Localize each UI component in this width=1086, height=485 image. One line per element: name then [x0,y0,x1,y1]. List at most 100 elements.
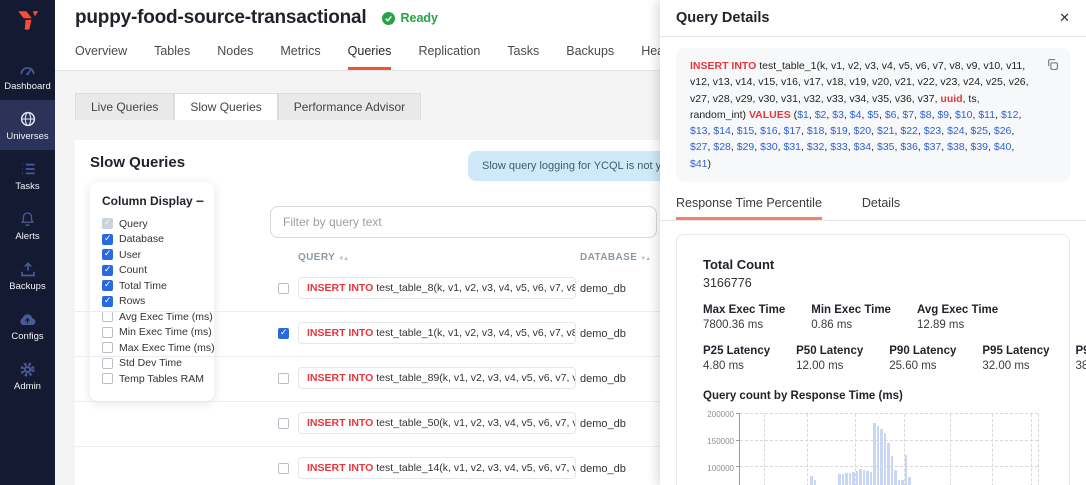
query-details-panel: Query Details ✕ INSERT INTO test_table_1… [660,0,1086,485]
yugabyte-logo-icon[interactable] [0,0,55,34]
histogram-bar [877,426,880,485]
sql-param: $18 [807,125,825,137]
y-tick [736,440,740,441]
plot-area [739,414,1039,485]
sql-param: $20 [854,125,872,137]
column-toggle-user[interactable]: User [102,247,204,263]
column-header-database[interactable]: DATABASE▼▲ [580,252,650,263]
tab-tasks[interactable]: Tasks [507,36,539,70]
stat-p95-latency: P95 Latency32.00 ms [982,345,1049,372]
column-toggle-label: Query [119,218,148,230]
sidebar-item-universes[interactable]: Universes [0,100,55,150]
table-row: INSERT INTO test_table_8(k, v1, v2, v3, … [75,267,680,312]
sql-param: $8 [920,109,932,121]
tab-nodes[interactable]: Nodes [217,36,253,70]
sql-param: $14 [713,125,731,137]
sql-keyword: INSERT INTO [307,462,373,474]
query-text-pill[interactable]: INSERT INTO test_table_50(k, v1, v2, v3,… [298,412,576,434]
tab-overview[interactable]: Overview [75,36,127,70]
close-icon[interactable]: ✕ [1059,10,1070,26]
tab-replication[interactable]: Replication [418,36,480,70]
stat-p99-latency: P99 Latency38.40 ms [1076,345,1086,372]
subtab-slow-queries[interactable]: Slow Queries [174,93,277,120]
sidebar-item-configs[interactable]: Configs [0,300,55,350]
sidebar-item-label: Tasks [15,181,39,192]
query-text-pill[interactable]: INSERT INTO test_table_14(k, v1, v2, v3,… [298,457,576,479]
sql-param: $34 [854,141,872,153]
column-toggle-database[interactable]: Database [102,232,204,248]
stat-value: 12.89 ms [917,319,998,331]
sidebar-item-backups[interactable]: Backups [0,250,55,300]
sidebar-item-admin[interactable]: Admin [0,350,55,400]
sql-param: $16 [760,125,778,137]
column-toggle-label: User [119,249,141,261]
stat-p50-latency: P50 Latency12.00 ms [796,345,863,372]
sort-icon[interactable]: ▼▲ [640,256,650,262]
histogram-bar [842,474,845,485]
y-tick-label: 150000 [703,437,734,446]
details-tab-response-time-percentile[interactable]: Response Time Percentile [676,192,822,220]
histogram-bar [880,429,883,485]
sql-keyword: INSERT INTO [307,372,373,384]
checkbox[interactable] [102,234,113,245]
histogram-bar [901,480,904,485]
y-tick-label: 100000 [703,464,734,473]
tasks-icon [19,159,37,179]
details-tab-details[interactable]: Details [862,192,900,220]
sql-param: $2 [815,109,827,121]
histogram-bar [852,472,855,485]
tab-tables[interactable]: Tables [154,36,190,70]
sql-param: $7 [902,109,914,121]
tab-metrics[interactable]: Metrics [280,36,320,70]
stat-value: 7800.36 ms [703,319,785,331]
column-toggle-query[interactable]: Query [102,216,204,232]
tab-backups[interactable]: Backups [566,36,614,70]
sort-icon[interactable]: ▼▲ [338,256,348,262]
sidebar-item-dashboard[interactable]: Dashboard [0,50,55,100]
tab-queries[interactable]: Queries [348,36,392,70]
collapse-minus-icon[interactable]: − [196,196,204,206]
stat-value: 4.80 ms [703,360,770,372]
sidebar-item-tasks[interactable]: Tasks [0,150,55,200]
column-header-query[interactable]: QUERY▼▲ [298,252,348,263]
sql-keyword: INSERT INTO [307,417,373,429]
stat-avg-exec-time: Avg Exec Time12.89 ms [917,304,998,331]
histogram-bars [747,414,935,485]
configs-icon [18,309,37,329]
stat-value: 32.00 ms [982,360,1049,372]
row-checkbox[interactable] [278,328,289,339]
histogram-bar [873,423,876,485]
query-text-pill[interactable]: INSERT INTO test_table_1(k, v1, v2, v3, … [298,322,576,344]
total-count-value: 3166776 [703,276,1043,290]
query-filter-input[interactable] [270,206,657,238]
query-text-pill[interactable]: INSERT INTO test_table_89(k, v1, v2, v3,… [298,367,576,389]
sql-statement: INSERT INTO test_table_1(k, v1, v2, v3, … [676,48,1070,182]
query-text-pill[interactable]: INSERT INTO test_table_8(k, v1, v2, v3, … [298,277,576,299]
sidebar-item-alerts[interactable]: Alerts [0,200,55,250]
sql-param: $35 [877,141,895,153]
stat-label: P90 Latency [889,345,956,357]
subtab-performance-advisor[interactable]: Performance Advisor [278,93,421,120]
x-gridline [992,414,993,485]
row-checkbox[interactable] [278,373,289,384]
sql-param: $41 [690,158,708,170]
histogram-bar [894,470,897,485]
copy-icon[interactable] [1046,58,1059,76]
sql-param: $4 [850,109,862,121]
stat-min-exec-time: Min Exec Time0.86 ms [811,304,891,331]
x-gridline [950,414,951,485]
row-checkbox[interactable] [278,463,289,474]
sql-param: $19 [830,125,848,137]
subtab-live-queries[interactable]: Live Queries [75,93,174,120]
checkbox[interactable] [102,249,113,260]
database-cell: demo_db [580,418,626,430]
row-checkbox[interactable] [278,283,289,294]
histogram-bar [856,471,859,485]
sql-param: $36 [900,141,918,153]
checkbox[interactable] [102,218,113,229]
slow-queries-card: Slow Queries Slow query logging for YCQL… [75,140,695,485]
sql-keyword: INSERT INTO [307,282,373,294]
stat-value: 25.60 ms [889,360,956,372]
status-badge: Ready [382,11,438,25]
row-checkbox[interactable] [278,418,289,429]
